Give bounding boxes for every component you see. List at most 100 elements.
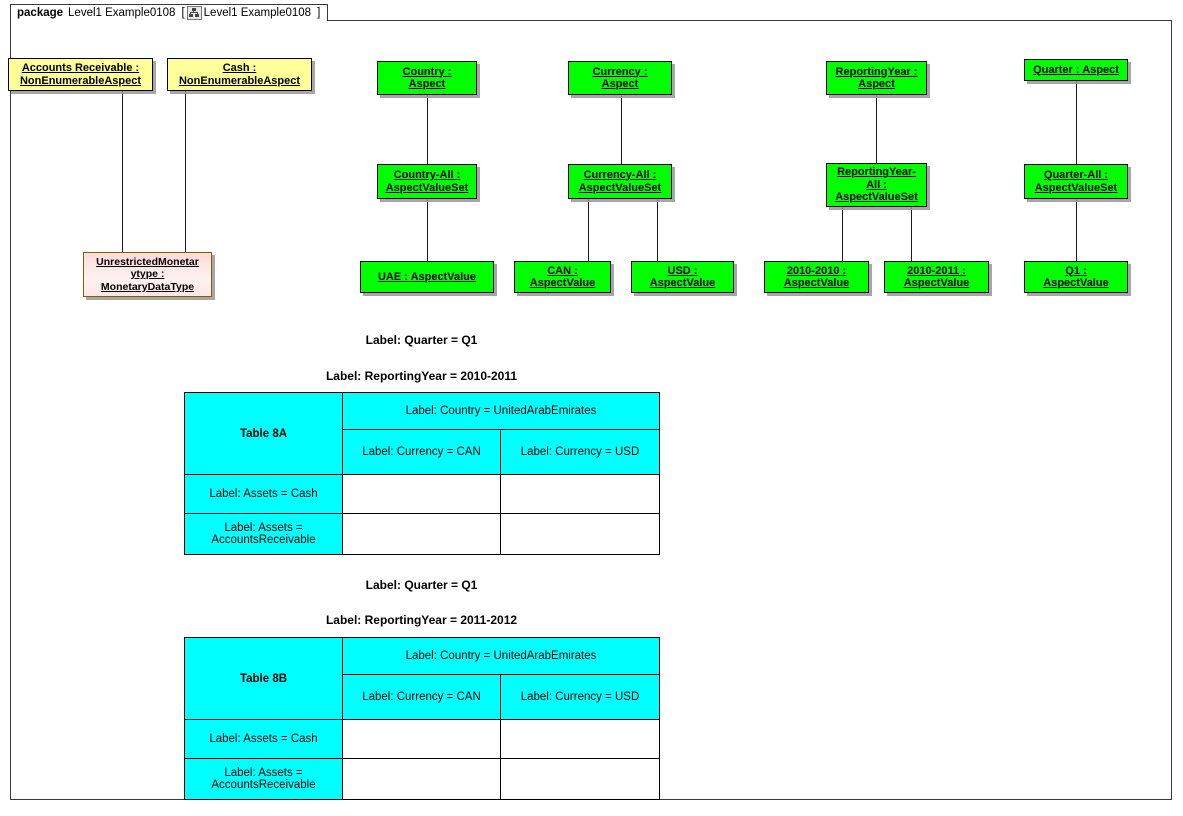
node-reporting-year-all-line2: All : (866, 178, 887, 191)
table-row: Table 8A Label: Country = UnitedArabEmir… (184, 392, 660, 475)
node-currency-line2: Aspect (601, 78, 639, 90)
node-currency-all[interactable]: Currency-All : AspectValueSet (568, 164, 672, 199)
table-a-currency-header-can: Label: Currency = CAN (342, 429, 501, 475)
node-can-line1: CAN : (547, 264, 578, 277)
node-country-all[interactable]: Country-All : AspectValueSet (377, 164, 477, 199)
table-row: Label: Assets = Cash (184, 719, 660, 759)
package-name: Level1 Example0108 (68, 7, 176, 19)
table-row: Label: Assets = Cash (184, 474, 660, 514)
node-accounts-receivable[interactable]: Accounts Receivable : NonEnumerableAspec… (8, 58, 153, 91)
diagram-canvas: package Level1 Example0108 [ Level1 Exam… (0, 0, 1183, 816)
node-cash-line2: NonEnumerableAspect (178, 74, 301, 87)
table-a-quarter-label: Label: Quarter = Q1 (365, 333, 478, 347)
node-usd[interactable]: USD : AspectValue (631, 261, 734, 293)
table-b-cell-ar-can[interactable] (342, 758, 501, 800)
node-currency-line1: Currency : (592, 65, 648, 78)
node-accounts-receivable-line1: Accounts Receivable : (21, 62, 140, 74)
node-can[interactable]: CAN : AspectValue (514, 261, 611, 293)
node-currency-all-line2: AspectValueSet (578, 181, 662, 194)
node-quarter-all[interactable]: Quarter-All : AspectValueSet (1024, 164, 1128, 199)
node-quarter[interactable]: Quarter : Aspect (1024, 59, 1128, 81)
node-usd-line2: AspectValue (649, 277, 716, 289)
node-quarter-all-line1: Quarter-All : (1043, 169, 1109, 181)
node-unrestricted-monetary-type-line3: MonetaryDataType (100, 280, 195, 293)
node-unrestricted-monetary-type-line1: UnrestrictedMonetar (96, 255, 199, 268)
table-b-row-header-accounts-receivable: Label: Assets = AccountsReceivable (184, 758, 343, 800)
node-year-2010-2010[interactable]: 2010-2010 : AspectValue (764, 261, 869, 293)
node-year-2010-2010-line1: 2010-2010 : (786, 264, 847, 277)
node-cash[interactable]: Cash : NonEnumerableAspect (167, 58, 312, 91)
package-bracket-close: ] (317, 7, 321, 19)
node-year-2010-2011[interactable]: 2010-2011 : AspectValue (884, 261, 989, 293)
table-a-row-header-cash: Label: Assets = Cash (184, 474, 343, 514)
node-currency-all-line1: Currency-All : (583, 169, 657, 181)
node-reporting-year-all[interactable]: ReportingYear- All : AspectValueSet (826, 163, 927, 207)
node-uae-line1: UAE : AspectValue (377, 270, 476, 283)
package-bracket-open: [ (181, 7, 185, 19)
node-quarter-line1: Quarter : Aspect (1033, 63, 1119, 76)
package-tab-name: Level1 Example0108 (203, 7, 312, 19)
package-keyword: package (17, 7, 64, 19)
node-quarter-all-line2: AspectValueSet (1034, 181, 1118, 194)
connector-country-all-uae (427, 199, 428, 261)
class-diagram-icon (186, 6, 202, 20)
table-b-currency-header-usd: Label: Currency = USD (500, 674, 660, 720)
node-cash-line1: Cash : (222, 62, 257, 74)
node-usd-line1: USD : (667, 264, 698, 277)
table-row: Label: Assets = AccountsReceivable (184, 758, 660, 800)
package-tab: package Level1 Example0108 [ Level1 Exam… (10, 4, 329, 21)
table-8a: Table 8A Label: Country = UnitedArabEmir… (184, 392, 660, 555)
table-b-row-header-cash: Label: Assets = Cash (184, 719, 343, 759)
connector-reporting-year-all-2010-2010 (842, 207, 843, 261)
connector-quarter-all-q1 (1076, 199, 1077, 261)
node-year-2010-2010-line2: AspectValue (783, 277, 850, 289)
node-uae[interactable]: UAE : AspectValue (360, 261, 494, 293)
node-country-all-line1: Country-All : (393, 169, 461, 181)
table-row: Table 8B Label: Country = UnitedArabEmir… (184, 637, 660, 720)
node-country-line1: Country : (402, 65, 452, 78)
table-b-cell-ar-usd[interactable] (500, 758, 660, 800)
connector-country (427, 95, 428, 164)
table-b-cell-cash-can[interactable] (342, 719, 501, 759)
table-b-reporting-year-label: Label: ReportingYear = 2011-2012 (325, 613, 518, 627)
node-reporting-year-all-line3: AspectValueSet (835, 191, 918, 204)
table-b-country-header: Label: Country = UnitedArabEmirates (342, 637, 660, 675)
table-a-cell-ar-usd[interactable] (500, 513, 660, 555)
table-a-cell-cash-usd[interactable] (500, 474, 660, 514)
node-reporting-year[interactable]: ReportingYear : Aspect (826, 61, 927, 95)
table-b-cell-cash-usd[interactable] (500, 719, 660, 759)
table-b-currency-header-can: Label: Currency = CAN (342, 674, 501, 720)
table-b-corner: Table 8B (184, 637, 343, 720)
table-a-corner: Table 8A (184, 392, 343, 475)
table-a-row-header-accounts-receivable: Label: Assets = AccountsReceivable (184, 513, 343, 555)
table-b-quarter-label: Label: Quarter = Q1 (365, 578, 478, 592)
node-accounts-receivable-line2: NonEnumerableAspect (19, 74, 142, 87)
node-currency[interactable]: Currency : Aspect (568, 61, 672, 95)
table-a-cell-cash-can[interactable] (342, 474, 501, 514)
node-q1-line2: AspectValue (1043, 277, 1109, 289)
table-a-currency-header-usd: Label: Currency = USD (500, 429, 660, 475)
node-q1[interactable]: Q1 : AspectValue (1024, 261, 1128, 293)
node-can-line2: AspectValue (529, 277, 596, 289)
table-a-cell-ar-can[interactable] (342, 513, 501, 555)
connector-currency (621, 95, 622, 164)
node-year-2010-2011-line2: AspectValue (903, 277, 970, 289)
connector-currency-all-usd (657, 199, 658, 261)
node-country[interactable]: Country : Aspect (377, 61, 477, 95)
node-q1-line1: Q1 : (1065, 264, 1087, 277)
table-row: Label: Assets = AccountsReceivable (184, 513, 660, 555)
table-8b: Table 8B Label: Country = UnitedArabEmir… (184, 637, 660, 800)
node-reporting-year-line2: Aspect (858, 78, 895, 90)
node-unrestricted-monetary-type-line2: ytype : (130, 268, 165, 281)
node-country-line2: Aspect (408, 78, 446, 90)
connector-reporting-year-all-2010-2011 (911, 207, 912, 261)
connector-quarter (1076, 81, 1077, 164)
node-year-2010-2011-line1: 2010-2011 : (907, 264, 966, 277)
connector-reporting-year (876, 95, 877, 163)
table-a-reporting-year-label: Label: ReportingYear = 2010-2011 (325, 369, 518, 383)
table-a-country-header: Label: Country = UnitedArabEmirates (342, 392, 660, 430)
node-unrestricted-monetary-type[interactable]: UnrestrictedMonetar ytype : MonetaryData… (83, 252, 212, 297)
node-country-all-line2: AspectValueSet (385, 181, 469, 194)
connector-accounts-receivable (122, 91, 123, 252)
node-reporting-year-all-line1: ReportingYear- (837, 166, 916, 179)
